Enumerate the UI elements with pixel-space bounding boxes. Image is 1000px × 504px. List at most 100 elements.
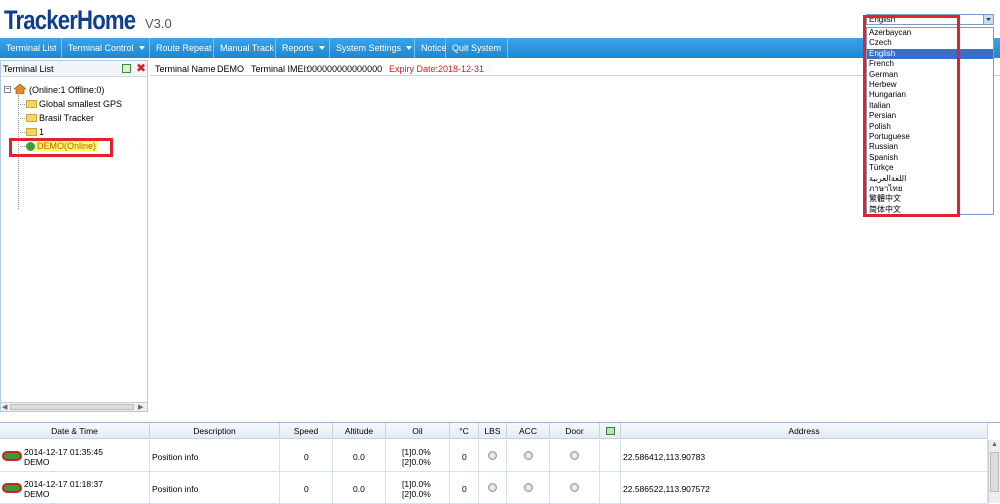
tree-group[interactable]: Global smallest GPS: [39, 99, 122, 109]
column-header[interactable]: Altitude: [333, 423, 386, 439]
column-header[interactable]: Address: [621, 423, 988, 439]
menu-item-route-repeat[interactable]: Route Repeat: [150, 38, 214, 58]
column-header[interactable]: ACC: [507, 423, 550, 439]
row-address: 22.586522,113.907572: [623, 484, 710, 494]
language-option[interactable]: 繁體中文: [867, 194, 993, 205]
close-icon[interactable]: ✖: [136, 62, 146, 74]
column-header[interactable]: LBS: [479, 423, 507, 439]
menu-item-label: Quit System: [452, 43, 502, 53]
row-datetime: 2014-12-17 01:35:45: [24, 447, 103, 457]
cell-oil: [1]0.0% [2]0.0%: [386, 440, 450, 472]
scroll-thumb[interactable]: [10, 404, 134, 410]
column-header[interactable]: Oil: [386, 423, 450, 439]
menu-item-system-settings[interactable]: System Settings: [330, 38, 415, 58]
scroll-thumb[interactable]: [990, 452, 999, 492]
expiry-date: Expiry Date:2018-12-31: [389, 64, 485, 74]
column-header[interactable]: [600, 423, 621, 439]
status-indicator-icon: [488, 483, 497, 492]
language-options-list: Azerbaycan Czech English French German Herbew…: [866, 27, 994, 215]
language-option[interactable]: Czech: [867, 38, 993, 49]
column-header[interactable]: Description: [150, 423, 280, 439]
row-oil2: [2]0.0%: [402, 457, 431, 467]
language-option[interactable]: Azerbaycan: [867, 28, 993, 39]
online-status-icon: [26, 142, 35, 151]
language-option[interactable]: Russian: [867, 142, 993, 153]
cell-status: [479, 472, 507, 504]
row-speed: 0: [304, 452, 309, 462]
row-oil1: [1]0.0%: [402, 447, 431, 457]
caret-down-icon: [318, 46, 325, 50]
cell-speed: 0: [280, 440, 333, 472]
language-option[interactable]: Portuguese: [867, 132, 993, 143]
menu-item-notice[interactable]: Notice: [415, 38, 447, 58]
cell-address: 22.586412,113.90783: [621, 440, 988, 472]
column-header[interactable]: °C: [450, 423, 479, 439]
app-version: V3.0: [145, 16, 172, 31]
tree-root-label[interactable]: (Online:1 Offline:0): [29, 85, 104, 95]
cell-status: [507, 472, 550, 504]
cell-datetime: 2014-12-17 01:18:37 DEMO: [0, 472, 150, 504]
row-altitude: 0.0: [353, 452, 365, 462]
column-header[interactable]: Speed: [280, 423, 333, 439]
menu-item-label: Route Repeat: [156, 43, 212, 53]
language-option[interactable]: Italian: [867, 101, 993, 112]
row-temp: 0: [462, 484, 467, 494]
terminal-name-label: Terminal Name: [155, 64, 216, 74]
scroll-right-icon[interactable]: ▶: [138, 403, 143, 411]
language-select[interactable]: English: [866, 14, 994, 25]
collapse-icon[interactable]: −: [4, 86, 11, 93]
cell-status: [550, 440, 600, 472]
language-option[interactable]: Polish: [867, 122, 993, 133]
row-speed: 0: [304, 484, 309, 494]
tree-group[interactable]: 1: [39, 127, 44, 137]
terminal-name-value: DEMO: [217, 64, 244, 74]
language-option[interactable]: English: [867, 48, 993, 60]
app-logo: TrackerHome: [4, 5, 136, 35]
cell-status: [550, 472, 600, 504]
language-selected-value: English: [869, 15, 896, 24]
language-option[interactable]: ภาษาไทย: [867, 184, 993, 195]
caret-down-icon: [138, 46, 145, 50]
horizontal-scrollbar[interactable]: ◀ ▶: [1, 402, 147, 411]
vertical-scrollbar[interactable]: ▲: [988, 440, 1000, 503]
menu-item-label: Manual Track: [220, 43, 275, 53]
language-option[interactable]: اللغةالعربية: [867, 174, 993, 185]
menu-item-terminal-control[interactable]: Terminal Control: [62, 38, 150, 58]
menu-item-terminal-list[interactable]: Terminal List: [0, 38, 62, 58]
column-header[interactable]: Door: [550, 423, 600, 439]
language-option[interactable]: Hungarian: [867, 90, 993, 101]
menu-item-label: System Settings: [336, 43, 402, 53]
language-option[interactable]: Spanish: [867, 153, 993, 164]
language-option[interactable]: Persian: [867, 111, 993, 122]
cell-map: [600, 440, 621, 472]
cell-description: Position info: [150, 472, 280, 504]
scroll-up-icon[interactable]: ▲: [991, 441, 998, 448]
cell-speed: 0: [280, 472, 333, 504]
cell-address: 22.586522,113.907572: [621, 472, 988, 504]
menu-item-manual-track[interactable]: Manual Track: [214, 38, 276, 58]
menu-item-reports[interactable]: Reports: [276, 38, 330, 58]
menu-item-label: Reports: [282, 43, 314, 53]
refresh-icon[interactable]: [122, 64, 131, 73]
language-option[interactable]: 简体中文: [867, 205, 993, 216]
chevron-down-icon[interactable]: [983, 15, 993, 24]
language-option[interactable]: German: [867, 70, 993, 81]
row-terminal-name: DEMO: [24, 489, 50, 499]
language-option[interactable]: French: [867, 59, 993, 70]
menu-item-quit-system[interactable]: Quit System: [446, 38, 508, 58]
row-description: Position info: [152, 484, 199, 494]
tree-device[interactable]: DEMO(Online): [36, 141, 98, 151]
menu-item-label: Terminal Control: [68, 43, 134, 53]
cell-map: [600, 472, 621, 504]
language-option[interactable]: Türkçe: [867, 163, 993, 174]
status-indicator-icon: [488, 451, 497, 460]
language-option[interactable]: Herbew: [867, 80, 993, 91]
status-indicator-icon: [570, 483, 579, 492]
row-address: 22.586412,113.90783: [623, 452, 706, 462]
caret-down-icon: [406, 46, 413, 50]
row-oil2: [2]0.0%: [402, 489, 431, 499]
scroll-left-icon[interactable]: ◀: [2, 403, 7, 411]
column-header[interactable]: Date & Time: [0, 423, 150, 439]
cell-temp: 0: [450, 472, 479, 504]
tree-group[interactable]: Brasil Tracker: [39, 113, 94, 123]
